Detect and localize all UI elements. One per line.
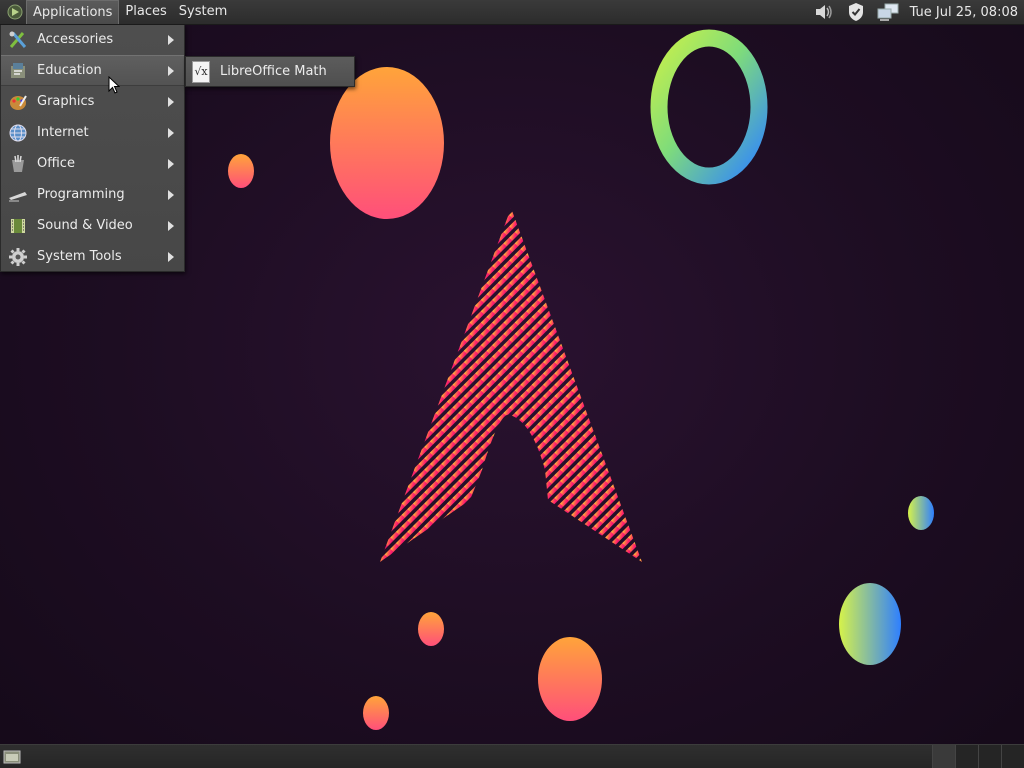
applications-menu-button[interactable]: Applications [26,0,120,24]
system-tray: Tue Jul 25, 08:08 [804,0,1024,24]
submenu-item-libreoffice-math[interactable]: LibreOffice Math [220,64,327,79]
submenu-arrow-icon [168,189,174,200]
system-tools-icon [7,246,29,268]
system-menu-button[interactable]: System [173,0,233,24]
mouse-cursor-icon [108,76,120,94]
shield-icon[interactable] [844,0,868,24]
graphics-icon [7,91,29,113]
desktop: Applications Places System Tue Jul 25, 0… [0,0,1024,768]
menu-item-graphics[interactable]: Graphics [1,86,184,117]
sound-video-icon [7,215,29,237]
submenu-arrow-icon [168,65,174,76]
menu-item-label: Internet [37,125,89,140]
menu-item-sound-video[interactable]: Sound & Video [1,210,184,241]
bottom-panel [0,744,1024,768]
menu-item-label: Education [37,63,102,78]
programming-icon [7,184,29,206]
workspace-4[interactable] [1001,744,1024,768]
education-submenu: √x LibreOffice Math [185,56,355,87]
applications-menu: Accessories Education Graphics Internet … [0,24,185,272]
submenu-arrow-icon [168,251,174,262]
menu-item-label: Accessories [37,32,114,47]
top-panel: Applications Places System Tue Jul 25, 0… [0,0,1024,25]
menu-item-accessories[interactable]: Accessories [1,24,184,55]
submenu-arrow-icon [168,220,174,231]
menu-item-internet[interactable]: Internet [1,117,184,148]
education-icon [7,60,29,82]
places-menu-button[interactable]: Places [119,0,172,24]
menu-item-system-tools[interactable]: System Tools [1,241,184,272]
workspace-2[interactable] [955,744,978,768]
menu-item-programming[interactable]: Programming [1,179,184,210]
submenu-arrow-icon [168,34,174,45]
menu-item-office[interactable]: Office [1,148,184,179]
menu-item-label: Office [37,156,75,171]
workspace-3[interactable] [978,744,1001,768]
show-desktop-icon[interactable] [2,747,22,767]
workspace-1[interactable] [932,744,955,768]
volume-icon[interactable] [812,0,836,24]
menu-item-label: Graphics [37,94,95,109]
distro-logo-icon[interactable] [6,3,24,21]
menu-item-education[interactable]: Education [1,55,184,86]
internet-icon [7,122,29,144]
clock[interactable]: Tue Jul 25, 08:08 [910,5,1018,20]
office-icon [7,153,29,175]
network-icon[interactable] [876,0,900,24]
workspace-switcher [932,744,1024,768]
libreoffice-math-icon: √x [192,60,210,83]
menu-item-label: System Tools [37,249,122,264]
menu-item-label: Sound & Video [37,218,133,233]
accessories-icon [7,29,29,51]
submenu-arrow-icon [168,158,174,169]
submenu-arrow-icon [168,127,174,138]
submenu-arrow-icon [168,96,174,107]
menu-item-label: Programming [37,187,125,202]
